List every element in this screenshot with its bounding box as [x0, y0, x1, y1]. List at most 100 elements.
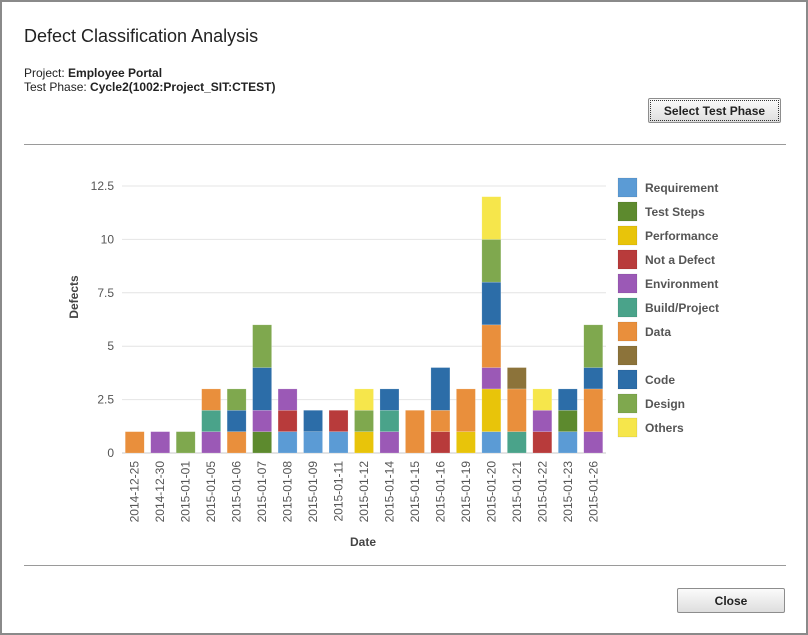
- bar-segment[interactable]: [252, 324, 272, 368]
- bar-segment[interactable]: [226, 410, 247, 432]
- bar-segment[interactable]: [532, 431, 553, 454]
- legend-label[interactable]: Test Steps: [645, 205, 705, 219]
- x-tick-label: 2015-01-19: [459, 461, 473, 523]
- bar-segment[interactable]: [328, 431, 349, 454]
- bar-segment[interactable]: [226, 388, 247, 411]
- bar-segment[interactable]: [226, 431, 247, 454]
- bar-segment[interactable]: [481, 324, 502, 368]
- x-tick-label: 2015-01-23: [561, 461, 575, 523]
- bar-segment[interactable]: [558, 431, 578, 454]
- bar-segment[interactable]: [201, 431, 221, 454]
- bar-segment[interactable]: [481, 367, 502, 390]
- bar-segment[interactable]: [532, 410, 553, 432]
- legend-swatch[interactable]: [617, 273, 638, 294]
- bar-segment[interactable]: [303, 431, 323, 454]
- x-tick-label: 2015-01-21: [510, 461, 524, 523]
- bar-segment[interactable]: [277, 431, 298, 454]
- x-tick-label: 2015-01-09: [306, 461, 320, 523]
- x-tick-label: 2015-01-12: [357, 461, 371, 523]
- legend-swatch[interactable]: [617, 345, 638, 366]
- bar-segment[interactable]: [328, 410, 349, 432]
- bar-segment[interactable]: [507, 388, 527, 432]
- bar-segment[interactable]: [379, 388, 400, 411]
- bar-segment[interactable]: [175, 431, 196, 454]
- x-tick-label: 2015-01-06: [230, 461, 244, 523]
- legend-swatch[interactable]: [617, 369, 638, 390]
- x-tick-label: 2015-01-20: [484, 461, 498, 523]
- bar-segment[interactable]: [507, 431, 527, 454]
- legend-label[interactable]: Requirement: [645, 181, 718, 195]
- bar-segment[interactable]: [405, 410, 425, 454]
- legend-swatch[interactable]: [617, 201, 638, 222]
- close-button[interactable]: Close: [677, 588, 785, 613]
- x-tick-label: 2015-01-14: [382, 461, 396, 523]
- x-tick-label: 2014-12-25: [128, 461, 142, 523]
- legend-label[interactable]: Data: [645, 325, 671, 339]
- legend-swatch[interactable]: [617, 177, 638, 198]
- legend-label[interactable]: Code: [645, 373, 675, 387]
- bar-segment[interactable]: [252, 410, 272, 432]
- bar-segment[interactable]: [583, 388, 604, 432]
- legend-label[interactable]: Design: [645, 397, 685, 411]
- bar-segment[interactable]: [124, 431, 145, 454]
- bar-segment[interactable]: [277, 388, 298, 411]
- bar-segment[interactable]: [456, 431, 476, 454]
- dialog-title: Defect Classification Analysis: [24, 26, 259, 46]
- bar-segment[interactable]: [277, 410, 298, 432]
- bar-segment[interactable]: [481, 239, 502, 283]
- chart-axes: 0 2.5 5 7.5 10 12.5 2014-12-25 2014-12-30 2015-0…: [91, 179, 601, 522]
- bar-segment[interactable]: [481, 431, 502, 454]
- legend-swatch[interactable]: [617, 321, 638, 342]
- chart-legend: Requirement Test Steps Performance Not a De…: [617, 177, 719, 438]
- bar-segment[interactable]: [481, 281, 502, 326]
- bar-segment[interactable]: [430, 410, 451, 432]
- bar-segment[interactable]: [303, 410, 323, 432]
- y-tick-label: 7.5: [97, 286, 114, 300]
- legend-label[interactable]: Performance: [645, 229, 719, 243]
- legend-swatch[interactable]: [617, 393, 638, 414]
- bar-segment[interactable]: [558, 410, 578, 432]
- legend-label[interactable]: Not a Defect: [645, 253, 715, 267]
- y-tick-label: 10: [101, 232, 115, 246]
- y-tick-label: 2.5: [97, 393, 114, 407]
- test-phase-label: Test Phase:: [24, 80, 87, 94]
- legend-swatch[interactable]: [617, 225, 638, 246]
- bar-segment[interactable]: [354, 410, 374, 432]
- bar-segment[interactable]: [583, 367, 604, 390]
- bar-segment[interactable]: [583, 324, 604, 368]
- bar-segment[interactable]: [201, 388, 221, 411]
- bar-segment[interactable]: [252, 431, 272, 454]
- y-axis-label: Defects: [67, 275, 81, 319]
- bar-segment[interactable]: [252, 367, 272, 411]
- bar-segment[interactable]: [379, 410, 400, 432]
- bar-segment[interactable]: [481, 388, 502, 432]
- project-line: Project: Employee Portal: [24, 66, 162, 80]
- legend-label[interactable]: Others: [645, 421, 684, 435]
- legend-label[interactable]: Build/Project: [645, 301, 719, 315]
- bar-segment[interactable]: [379, 431, 400, 454]
- legend-swatch[interactable]: [617, 297, 638, 318]
- bar-segment[interactable]: [532, 388, 553, 411]
- legend-label[interactable]: Environment: [645, 277, 718, 291]
- legend-swatch[interactable]: [617, 417, 638, 438]
- x-tick-label: 2015-01-01: [179, 461, 193, 523]
- bar-segment[interactable]: [150, 431, 170, 454]
- bar-segment[interactable]: [583, 431, 604, 454]
- select-test-phase-button[interactable]: Select Test Phase: [648, 98, 781, 123]
- project-label: Project:: [24, 66, 65, 80]
- top-divider: [24, 144, 786, 145]
- bar-segment[interactable]: [354, 431, 374, 454]
- chart-bars: [124, 196, 604, 454]
- bar-segment[interactable]: [456, 388, 476, 432]
- bar-segment[interactable]: [430, 431, 451, 454]
- bar-segment[interactable]: [558, 388, 578, 411]
- y-tick-label: 0: [107, 446, 114, 460]
- bar-segment[interactable]: [507, 367, 527, 390]
- x-tick-label: 2015-01-16: [433, 461, 447, 523]
- bar-segment[interactable]: [430, 367, 451, 411]
- bar-segment[interactable]: [481, 196, 502, 240]
- legend-swatch[interactable]: [617, 249, 638, 270]
- x-tick-label: 2015-01-05: [204, 461, 218, 523]
- bar-segment[interactable]: [354, 388, 374, 411]
- bar-segment[interactable]: [201, 410, 221, 432]
